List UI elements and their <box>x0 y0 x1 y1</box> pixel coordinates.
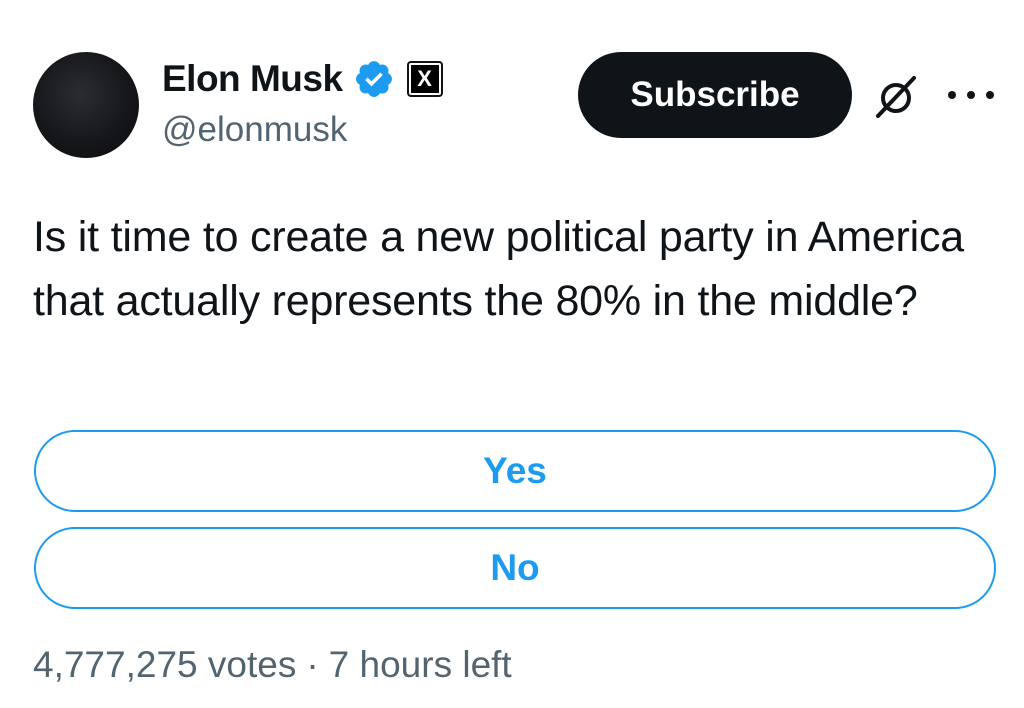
subscribe-button[interactable]: Subscribe <box>578 52 852 138</box>
poll-time-left: 7 hours left <box>328 644 512 685</box>
author-display-name[interactable]: Elon Musk <box>162 58 343 100</box>
more-dot <box>967 91 975 99</box>
grok-icon[interactable] <box>872 72 920 120</box>
author-name-row: Elon Musk X <box>162 56 443 102</box>
x-logo-icon: X <box>410 65 439 93</box>
affiliate-badge[interactable]: X <box>406 61 443 97</box>
avatar[interactable] <box>33 52 139 158</box>
poll-separator: · <box>306 644 319 685</box>
poll-meta: 4,777,275 votes · 7 hours left <box>33 644 512 686</box>
poll-option-no[interactable]: No <box>34 527 996 609</box>
poll-option-yes[interactable]: Yes <box>34 430 996 512</box>
more-dot <box>948 91 956 99</box>
poll-vote-count: 4,777,275 votes <box>33 644 297 685</box>
verified-badge-icon[interactable] <box>353 58 395 100</box>
more-options-icon[interactable] <box>948 80 994 110</box>
author-handle[interactable]: @elonmusk <box>162 110 347 150</box>
more-dot <box>986 91 994 99</box>
tweet-text: Is it time to create a new political par… <box>33 213 965 325</box>
